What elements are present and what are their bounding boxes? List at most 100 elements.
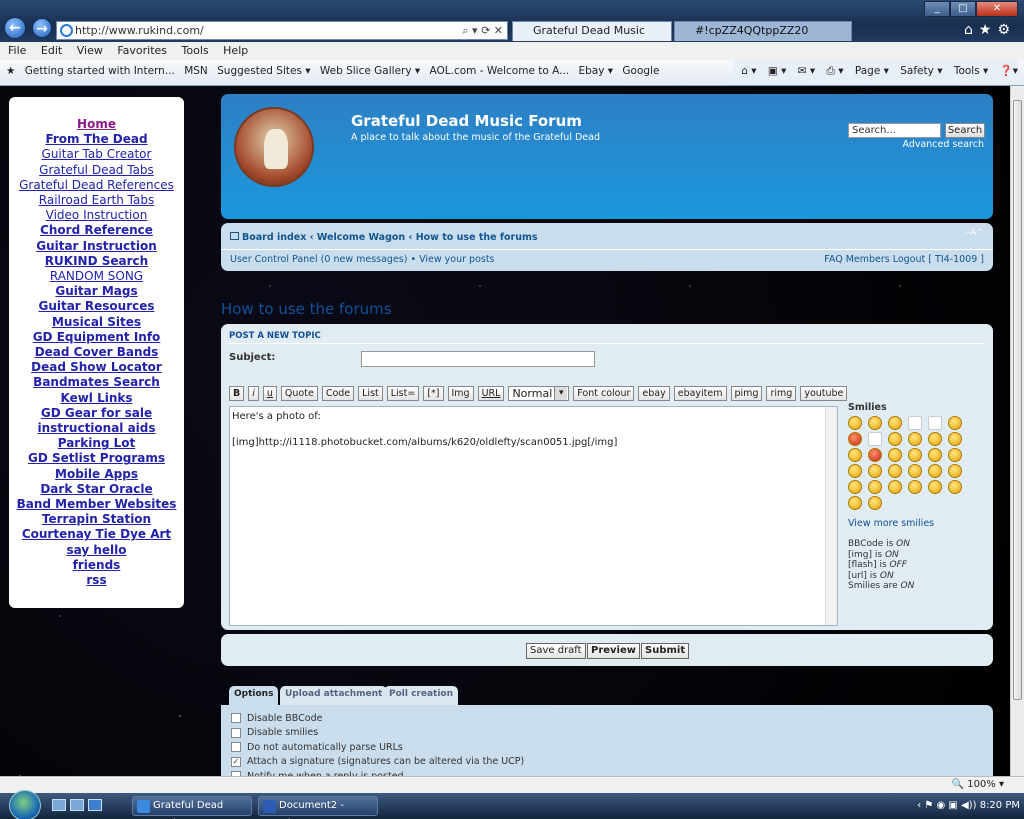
nav-link[interactable]: Dead Show Locator [9,360,184,375]
nav-link[interactable]: Video Instruction [9,208,184,223]
smiley-icon[interactable] [888,480,902,494]
nav-link[interactable]: GD Gear for sale [9,406,184,421]
nav-link[interactable]: Guitar Resources [9,299,184,314]
smiley-icon[interactable] [888,432,902,446]
nav-link[interactable]: Dead Cover Bands [9,345,184,360]
nav-link[interactable]: From The Dead [9,132,184,147]
option-checkbox[interactable] [231,742,241,753]
list-button[interactable]: List [358,386,383,401]
smiley-icon[interactable] [888,416,902,430]
message-textarea[interactable]: Here's a photo of: [img]http://i1118.pho… [229,406,838,626]
tab-poll-creation[interactable]: Poll creation [384,686,459,705]
faq-members-logout-links[interactable]: FAQ Members Logout [ TI4-1009 ] [824,254,984,265]
show-desktop-icon[interactable] [52,799,66,811]
fav-msn[interactable]: MSN [184,65,208,77]
smiley-icon[interactable] [948,416,962,430]
nav-link[interactable]: Musical Sites [9,315,184,330]
smiley-icon[interactable] [908,432,922,446]
nav-link[interactable]: rss [9,573,184,588]
smiley-icon[interactable] [908,416,922,430]
smiley-icon[interactable] [908,464,922,478]
menu-edit[interactable]: Edit [41,44,62,57]
youtube-button[interactable]: youtube [800,386,848,401]
smiley-icon[interactable] [868,464,882,478]
fav-ebay[interactable]: Ebay ▾ [578,65,613,77]
smiley-icon[interactable] [848,480,862,494]
tab-options[interactable]: Options [229,686,279,705]
nav-link[interactable]: Grateful Dead Tabs [9,163,184,178]
nav-link[interactable]: Home [9,117,184,132]
menu-favorites[interactable]: Favorites [117,44,167,57]
maximize-button[interactable]: □ [950,1,976,17]
close-button[interactable]: ✕ [976,1,1018,17]
img-button[interactable]: Img [447,386,474,401]
nav-link[interactable]: Grateful Dead References [9,178,184,193]
nav-link[interactable]: Mobile Apps [9,467,184,482]
smiley-icon[interactable] [868,416,882,430]
taskbar-word-button[interactable]: Document2 - Micro... [258,796,378,819]
smiley-icon[interactable] [948,448,962,462]
cmd-page[interactable]: Page ▾ [855,65,889,77]
tray-icons[interactable]: ‹ ⚑ ◉ ▣ ◀)) [917,800,980,811]
favorites-star-icon[interactable]: ★ [6,65,15,77]
smiley-icon[interactable] [868,480,882,494]
smiley-icon[interactable] [868,432,882,446]
nav-link[interactable]: RUKIND Search [9,254,184,269]
menu-tools[interactable]: Tools [182,44,209,57]
nav-link[interactable]: GD Setlist Programs [9,451,184,466]
italic-button[interactable]: i [248,386,259,401]
forum-logo[interactable] [234,107,314,187]
nav-link[interactable]: Kewl Links [9,391,184,406]
url-button[interactable]: URL [477,386,505,401]
nav-link[interactable]: Guitar Mags [9,284,184,299]
menu-file[interactable]: File [8,44,26,57]
taskbar-ie-button[interactable]: Grateful Dead Music... [132,796,252,819]
fav-google[interactable]: Google [622,65,659,77]
nav-link[interactable]: Parking Lot [9,436,184,451]
nav-link[interactable]: GD Equipment Info [9,330,184,345]
nav-link[interactable]: Railroad Earth Tabs [9,193,184,208]
switch-windows-icon[interactable] [70,799,84,811]
home-icon[interactable]: ⌂ ▾ [741,65,756,77]
save-draft-button[interactable]: Save draft [526,643,586,659]
option-checkbox[interactable]: ✓ [231,756,241,767]
preview-button[interactable]: Preview [587,643,641,659]
textarea-scrollbar[interactable] [825,407,837,625]
option-checkbox[interactable] [231,713,241,724]
smiley-icon[interactable] [848,416,862,430]
smiley-icon[interactable] [928,448,942,462]
smiley-icon[interactable] [948,480,962,494]
print-icon[interactable]: ⎙ ▾ [827,65,844,77]
tab-second[interactable]: #!cpZZ4QQtppZZ20 [674,21,852,41]
code-button[interactable]: Code [321,386,355,401]
mail-icon[interactable]: ✉ ▾ [798,65,815,77]
font-size-icon[interactable]: –A^ [966,228,984,238]
nav-link[interactable]: Courtenay Tie Dye Art [9,527,184,542]
cmd-safety[interactable]: Safety ▾ [900,65,942,77]
tab-forum[interactable]: Grateful Dead Music Forum [512,21,672,55]
search-input[interactable]: Search... [848,123,941,138]
breadcrumb[interactable]: Board index ‹ Welcome Wagon ‹ How to use… [230,232,538,243]
search-button[interactable]: Search [945,123,985,138]
nav-link[interactable]: Chord Reference [9,223,184,238]
smiley-icon[interactable] [908,448,922,462]
tab-upload-attachment[interactable]: Upload attachment [280,686,388,705]
smiley-icon[interactable] [928,480,942,494]
underline-button[interactable]: u [262,386,277,401]
browser-icons[interactable]: ⌂★⚙ [964,22,1016,38]
nav-link[interactable]: RANDOM SONG [9,269,184,284]
pimg-button[interactable]: pimg [730,386,763,401]
cmd-tools[interactable]: Tools ▾ [954,65,988,77]
list-ordered-button[interactable]: List= [386,386,420,401]
ebayitem-button[interactable]: ebayitem [673,386,727,401]
smiley-icon[interactable] [928,416,942,430]
nav-link[interactable]: Terrapin Station [9,512,184,527]
nav-link[interactable]: say hello [9,543,184,558]
font-colour-button[interactable]: Font colour [573,386,635,401]
nav-link[interactable]: Guitar Instruction [9,239,184,254]
rimg-button[interactable]: rimg [766,386,797,401]
feeds-icon[interactable]: ▣ ▾ [768,65,787,77]
subject-input[interactable] [361,351,595,367]
bold-button[interactable]: B [229,386,245,401]
fav-webslice[interactable]: Web Slice Gallery ▾ [320,65,420,77]
